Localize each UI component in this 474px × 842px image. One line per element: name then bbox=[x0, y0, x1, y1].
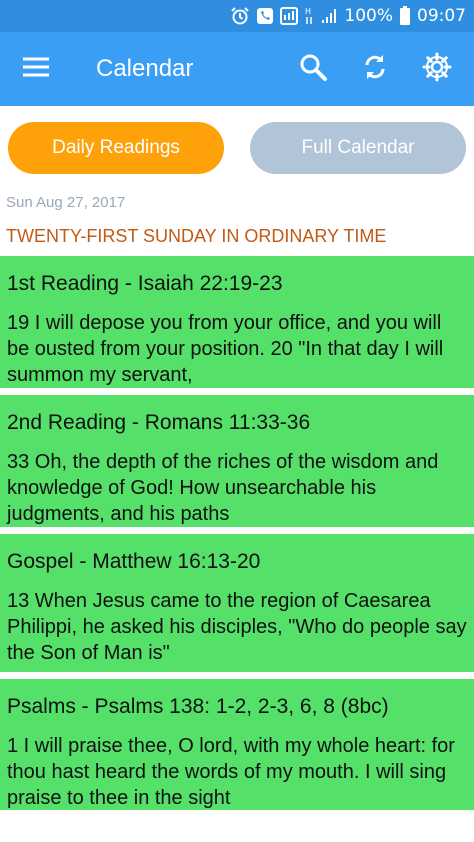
bottom-spacer bbox=[0, 810, 474, 842]
reading-tabs: Daily Readings Full Calendar bbox=[0, 106, 474, 190]
gear-icon bbox=[422, 52, 452, 87]
reading-card-first[interactable]: 1st Reading - Isaiah 22:19-23 19 I will … bbox=[0, 256, 474, 388]
clock: 09:07 bbox=[417, 6, 466, 26]
menu-button[interactable] bbox=[0, 32, 72, 106]
reading-date: Sun Aug 27, 2017 bbox=[6, 194, 126, 211]
alarm-icon bbox=[230, 6, 250, 26]
signal-icon bbox=[320, 7, 338, 25]
status-bar: H 100% 09:07 bbox=[0, 0, 474, 32]
reading-excerpt: 33 Oh, the depth of the riches of the wi… bbox=[7, 451, 439, 525]
liturgical-day-title: TWENTY-FIRST SUNDAY IN ORDINARY TIME bbox=[6, 226, 387, 246]
settings-button[interactable] bbox=[406, 32, 468, 106]
search-button[interactable] bbox=[282, 32, 344, 106]
reading-excerpt: 19 I will depose you from your office, a… bbox=[7, 312, 444, 386]
app-bar: Calendar bbox=[0, 32, 474, 106]
reading-excerpt: 13 When Jesus came to the region of Caes… bbox=[7, 590, 467, 664]
reading-card-gospel[interactable]: Gospel - Matthew 16:13-20 13 When Jesus … bbox=[0, 534, 474, 672]
h-signal-icon: H bbox=[304, 6, 314, 26]
reading-title: 2nd Reading - Romans 11:33-36 bbox=[7, 411, 311, 434]
svg-text:H: H bbox=[305, 7, 311, 16]
search-icon bbox=[299, 53, 327, 86]
reading-title: 1st Reading - Isaiah 22:19-23 bbox=[7, 272, 283, 295]
sync-button[interactable] bbox=[344, 32, 406, 106]
sync-icon bbox=[361, 53, 389, 86]
battery-percent: 100% bbox=[344, 6, 393, 26]
reading-title: Gospel - Matthew 16:13-20 bbox=[7, 550, 261, 573]
tab-daily-readings[interactable]: Daily Readings bbox=[8, 122, 224, 174]
reading-card-psalms[interactable]: Psalms - Psalms 138: 1-2, 2-3, 6, 8 (8bc… bbox=[0, 679, 474, 810]
reading-card-second[interactable]: 2nd Reading - Romans 11:33-36 33 Oh, the… bbox=[0, 395, 474, 527]
page-title: Calendar bbox=[96, 55, 194, 82]
phone-icon bbox=[256, 7, 274, 25]
nfc-icon bbox=[280, 7, 299, 25]
reading-title: Psalms - Psalms 138: 1-2, 2-3, 6, 8 (8bc… bbox=[7, 695, 389, 718]
reading-excerpt: 1 I will praise thee, O lord, with my wh… bbox=[7, 735, 455, 809]
tab-full-calendar[interactable]: Full Calendar bbox=[250, 122, 466, 174]
battery-icon bbox=[399, 6, 411, 26]
menu-icon bbox=[23, 57, 49, 82]
